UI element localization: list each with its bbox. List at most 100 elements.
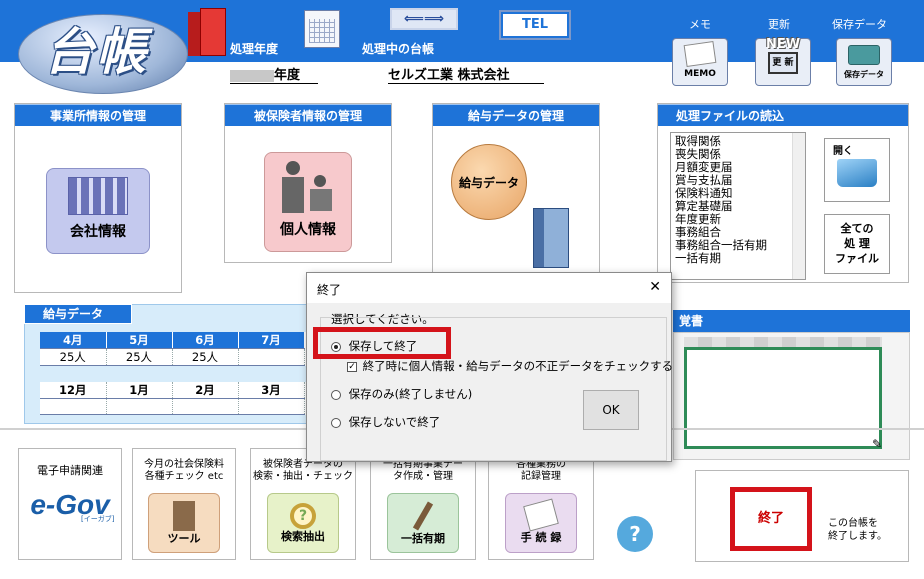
kyuyo-table-bottom: 12月 1月 2月 3月 [40, 382, 310, 415]
radio-save-only[interactable] [331, 389, 341, 400]
egov-label: 電子申請関連 [37, 464, 103, 477]
ikkatsu-label-2: タ作成・管理 [393, 471, 453, 482]
binder-icon[interactable] [188, 8, 226, 56]
open-label: 開く [833, 146, 853, 157]
kyuyo-table-1: 4月 5月 6月 7月 25人 25人 25人 [40, 332, 305, 366]
month-header: 2月 [172, 382, 239, 399]
building-icon [68, 177, 128, 215]
dialog-titlebar: 終了 ✕ [307, 273, 671, 303]
tool-label-2: 各種チェック etc [144, 471, 224, 482]
shori-nendo-label: 処理年度 [230, 42, 279, 56]
kyuyo-table-top: 4月 5月 6月 7月 25人 25人 25人 [40, 332, 310, 366]
tool-image: ツール [148, 493, 220, 553]
kaisha-joho-button[interactable]: 会社情報 [46, 168, 150, 254]
check-invalid-label: 終了時に個人情報・給与データの不正データをチェックする [362, 359, 674, 373]
tetsuzuki-label-2: 記録管理 [521, 471, 561, 482]
oboegaki-textarea[interactable] [684, 347, 882, 449]
ikkatsu-btn-label: 一括有期 [401, 532, 445, 545]
tool-button[interactable]: 今月の社会保険料 各種チェック etc ツール [132, 448, 236, 560]
memo-button[interactable]: MEMO [672, 38, 728, 86]
ikkatsu-image: 一括有期 [387, 493, 459, 553]
month-header: 5月 [106, 332, 173, 349]
monitor-icon: 更 新 [768, 52, 798, 74]
kensaku-button[interactable]: 被保険者データの 検索・抽出・チェック ? 検索抽出 [250, 448, 356, 560]
month-header: 3月 [238, 382, 305, 399]
option-save-only-label: 保存のみ(終了しません) [348, 387, 473, 401]
eraser-icon[interactable]: ✎ [872, 437, 882, 451]
egov-sub: [イーガブ] [81, 515, 115, 523]
month-value [172, 398, 239, 415]
files-panel: 処理ファイルの読込 取得関係 喪失関係 月額変更届 賞与支払届 保険料通知 算定基礎届 年度… [657, 103, 909, 283]
egov-button[interactable]: 電子申請関連 e-Gov [イーガブ] [18, 448, 122, 560]
month-header: 7月 [238, 332, 305, 349]
kyuyo-data-title: 給与データ [24, 304, 132, 324]
files-title: 処理ファイルの読込 [658, 104, 908, 126]
kyuyo-data-button[interactable]: 給与データ [451, 144, 527, 220]
exit-button-label: 終了 [757, 511, 784, 526]
tetsuzuki-button[interactable]: 各種業務の 記録管理 手 続 録 [488, 448, 594, 560]
all-files-line3: ファイル [835, 252, 879, 265]
option-nosave-exit-label: 保存しないで終了 [348, 415, 441, 429]
people-icon [278, 161, 338, 213]
hozon-button-label: 保存データ [844, 70, 884, 79]
kyuyo-panel: 給与データの管理 給与データ [432, 103, 600, 273]
month-header: 12月 [40, 382, 107, 399]
all-files-line2: 処 理 [844, 237, 870, 250]
exit-description: この台帳を 終了します。 [828, 517, 887, 543]
close-icon[interactable]: ✕ [649, 279, 661, 295]
memo-label: メモ [689, 18, 711, 31]
option-check-invalid[interactable]: ✓ 終了時に個人情報・給与データの不正データをチェックする [347, 358, 673, 374]
kyuyo-title: 給与データの管理 [433, 104, 599, 126]
worker-icon [173, 501, 195, 531]
nendo-suffix: 年度 [274, 68, 301, 83]
shovel-icon [412, 501, 434, 531]
switch-arrows-icon[interactable]: ⟸⟹ [390, 8, 458, 30]
option-nosave-exit[interactable]: 保存しないで終了 [331, 414, 440, 430]
file-list-scrollbar[interactable] [792, 133, 805, 279]
month-value [40, 398, 107, 415]
radio-nosave-exit[interactable] [331, 417, 341, 428]
company-name: セルズ工業 株式会社 [388, 64, 544, 84]
hozon-data-button[interactable]: 保存データ [836, 38, 892, 86]
oboegaki-ruler [684, 337, 882, 347]
shori-daicho-label: 処理中の台帳 [362, 42, 435, 56]
highlight-box [313, 327, 451, 359]
option-save-only[interactable]: 保存のみ(終了しません) [331, 386, 472, 402]
open-file-button[interactable]: 開く [824, 138, 890, 202]
kojin-joho-button[interactable]: 個人情報 [264, 152, 352, 252]
month-value: 25人 [172, 348, 239, 366]
check-invalid-checkbox[interactable]: ✓ [347, 361, 357, 372]
ok-button[interactable]: OK [583, 390, 639, 430]
kaisha-joho-label: 会社情報 [70, 224, 126, 240]
nendo-field: 年度 [230, 64, 318, 84]
new-badge: NEW [765, 37, 801, 52]
kensaku-btn-label: 検索抽出 [281, 530, 325, 543]
month-value: 25人 [106, 348, 173, 366]
folder-icon [837, 159, 877, 187]
koushin-button[interactable]: NEW 更 新 [755, 37, 811, 86]
oboegaki-titlebar: 覚書 [673, 310, 910, 332]
hozon-label: 保存データ [832, 18, 887, 31]
tool-btn-label: ツール [167, 532, 201, 545]
month-value [238, 398, 305, 415]
file-list-item[interactable]: 一括有期 [675, 252, 801, 265]
ikkatsu-button[interactable]: 一括有期事業デー タ作成・管理 一括有期 [370, 448, 476, 560]
hihokensha-title: 被保険者情報の管理 [225, 104, 391, 126]
calendar-icon[interactable] [304, 10, 340, 48]
file-list[interactable]: 取得関係 喪失関係 月額変更届 賞与支払届 保険料通知 算定基礎届 年度更新 事務組合 事務組合… [670, 132, 806, 280]
hihokensha-panel: 被保険者情報の管理 個人情報 [224, 103, 392, 263]
memo-button-label: MEMO [684, 69, 716, 79]
all-files-button[interactable]: 全ての 処 理 ファイル [824, 214, 890, 274]
tetsuzuki-btn-label: 手 続 録 [520, 531, 562, 544]
exit-desc-1: この台帳を [828, 518, 878, 529]
tel-button[interactable]: TEL [499, 10, 571, 40]
month-value [106, 398, 173, 415]
exit-button[interactable]: 終了 [730, 487, 812, 551]
dialog-title: 終了 [317, 283, 342, 297]
kyuyo-table-2: 12月 1月 2月 3月 [40, 382, 305, 415]
hand-note-icon [523, 498, 559, 532]
help-icon[interactable]: ? [617, 516, 653, 552]
exit-dialog: 終了 ✕ 選択してください。 保存して終了 ✓ 終了時に個人情報・給与データの不… [306, 272, 673, 462]
month-value: 25人 [40, 348, 107, 366]
jigyosho-panel: 事業所情報の管理 会社情報 [14, 103, 182, 293]
